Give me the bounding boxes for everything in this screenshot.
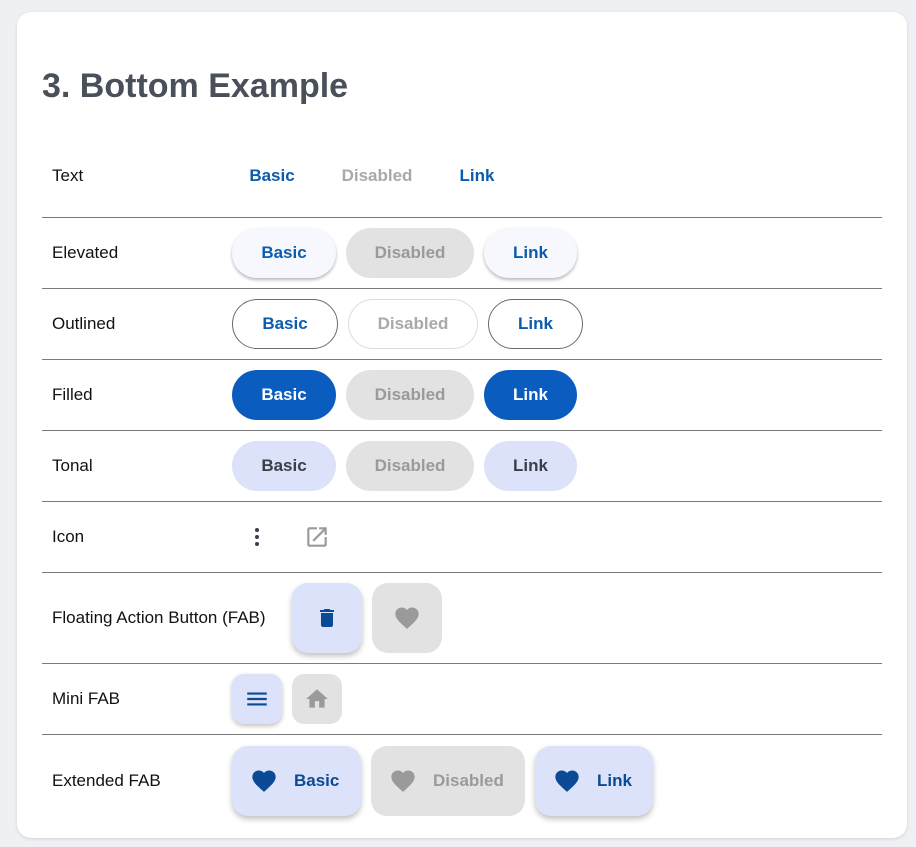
menu-icon — [247, 692, 267, 706]
extended-fab-disabled-button: Disabled — [371, 745, 525, 816]
outlined-basic-button[interactable]: Basic — [232, 299, 338, 349]
row-extended-fab: Extended FAB Basic Disabled Link — [42, 735, 882, 826]
row-controls: Basic Disabled Link — [222, 151, 512, 201]
tonal-link-button[interactable]: Link — [484, 441, 577, 491]
text-disabled-button: Disabled — [341, 165, 413, 185]
filled-link-button[interactable]: Link — [484, 370, 577, 420]
elevated-disabled-button: Disabled — [346, 228, 474, 278]
delete-fab-button[interactable] — [292, 583, 362, 653]
tonal-disabled-button: Disabled — [346, 441, 474, 491]
heart-icon — [555, 770, 579, 792]
row-controls — [222, 674, 342, 724]
row-label: Icon — [52, 527, 85, 546]
button-table: Text Basic Disabled Link Elevated Basic … — [42, 134, 882, 826]
more-vert-icon[interactable] — [237, 517, 277, 557]
row-label: Extended FAB — [52, 770, 161, 790]
menu-mini-fab-button[interactable] — [232, 674, 282, 724]
example-card: 3. Bottom Example Text Basic Disabled Li… — [17, 12, 907, 838]
row-controls: Basic Disabled Link — [222, 441, 577, 491]
row-label: Mini FAB — [52, 689, 121, 708]
tonal-basic-button[interactable]: Basic — [232, 441, 336, 491]
heart-icon — [391, 770, 415, 792]
row-label: Text — [52, 165, 84, 185]
delete-icon — [320, 609, 334, 627]
open-in-new-icon — [297, 517, 337, 557]
row-label: Outlined — [52, 314, 116, 333]
extended-fab-basic-button[interactable]: Basic — [232, 745, 361, 816]
text-basic-button[interactable]: Basic — [232, 151, 312, 201]
elevated-link-button[interactable]: Link — [484, 228, 577, 278]
row-controls — [292, 583, 442, 653]
extended-fab-link-button[interactable]: Link — [535, 745, 653, 816]
outlined-disabled-button: Disabled — [348, 299, 478, 349]
heart-icon — [252, 770, 276, 792]
text-link-button[interactable]: Link — [442, 151, 512, 201]
row-controls: Basic Disabled Link — [222, 745, 653, 816]
filled-disabled-button: Disabled — [346, 370, 474, 420]
row-controls — [222, 517, 337, 557]
row-label: Tonal — [52, 456, 93, 475]
filled-basic-button[interactable]: Basic — [232, 370, 336, 420]
row-controls: Basic Disabled Link — [222, 370, 577, 420]
row-tonal: Tonal Basic Disabled Link — [42, 431, 882, 502]
row-text: Text Basic Disabled Link — [42, 134, 882, 218]
row-label: Filled — [52, 385, 93, 404]
row-label: Floating Action Button (FAB) — [52, 608, 266, 627]
extended-fab-label: Disabled — [433, 770, 504, 790]
elevated-basic-button[interactable]: Basic — [232, 228, 336, 278]
extended-fab-label: Link — [597, 770, 632, 790]
row-mini-fab: Mini FAB — [42, 664, 882, 735]
row-fab: Floating Action Button (FAB) — [42, 573, 882, 664]
row-icon: Icon — [42, 502, 882, 573]
row-outlined: Outlined Basic Disabled Link — [42, 289, 882, 360]
home-icon — [306, 689, 328, 708]
row-controls: Basic Disabled Link — [222, 228, 577, 278]
row-label: Elevated — [52, 243, 119, 262]
heart-icon — [395, 607, 419, 629]
row-controls: Basic Disabled Link — [222, 299, 583, 349]
row-filled: Filled Basic Disabled Link — [42, 360, 882, 431]
heart-fab-button — [372, 583, 442, 653]
home-mini-fab-button — [292, 674, 342, 724]
outlined-link-button[interactable]: Link — [488, 299, 583, 349]
page-title: 3. Bottom Example — [42, 67, 349, 105]
row-elevated: Elevated Basic Disabled Link — [42, 218, 882, 289]
extended-fab-label: Basic — [294, 770, 340, 790]
